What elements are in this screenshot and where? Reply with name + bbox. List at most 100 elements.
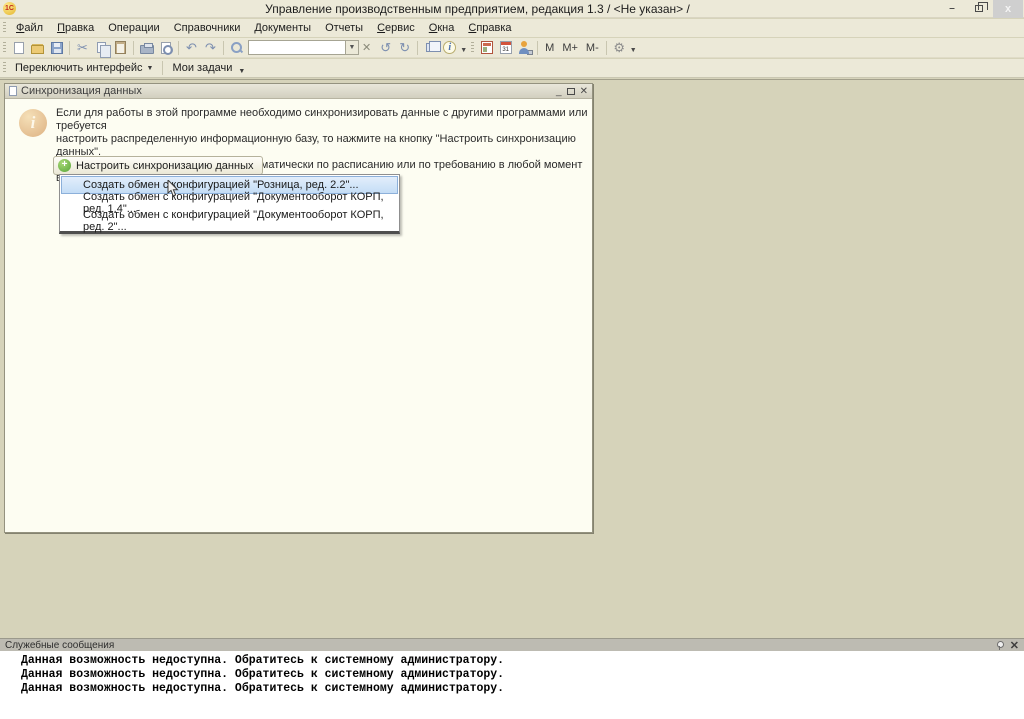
toolbar-grip	[471, 42, 474, 54]
menu-operations[interactable]: Операции	[101, 20, 166, 36]
sync-dialog-title: Синхронизация данных	[21, 85, 556, 97]
wrench-icon: ⚙	[613, 40, 625, 56]
dialog-maximize-button[interactable]	[567, 88, 575, 95]
restore-button[interactable]	[966, 1, 992, 16]
dialog-minimize-button[interactable]: _	[556, 86, 562, 97]
memory-mminus-button[interactable]: M-	[582, 42, 603, 54]
print-preview-button[interactable]	[156, 39, 175, 56]
copy-icon	[97, 42, 106, 53]
print-button[interactable]	[137, 39, 156, 56]
copy-button[interactable]	[92, 39, 111, 56]
separator	[417, 41, 418, 55]
print-preview-icon	[161, 42, 171, 54]
menu-file[interactable]: Файл	[9, 20, 50, 36]
toolbar-grip	[3, 62, 6, 74]
separator	[537, 41, 538, 55]
service-messages-title: Служебные сообщения	[5, 640, 997, 651]
info-button[interactable]: i	[440, 39, 459, 56]
redo-icon: ↷	[205, 41, 216, 54]
chevron-down-icon: ▼	[147, 65, 154, 72]
paste-button[interactable]	[111, 39, 130, 56]
separator	[69, 41, 70, 55]
clear-search-icon[interactable]: ✕	[359, 41, 374, 54]
cut-button[interactable]: ✂	[73, 39, 92, 56]
service-messages-panel: Служебные сообщения ✕ Данная возможность…	[0, 638, 1024, 719]
calculator-icon	[481, 41, 493, 54]
message-line[interactable]: Данная возможность недоступна. Обратитес…	[21, 654, 1024, 668]
paste-icon	[115, 41, 126, 54]
info-circle-icon: i	[19, 109, 47, 137]
separator	[178, 41, 179, 55]
message-line[interactable]: Данная возможность недоступна. Обратитес…	[21, 668, 1024, 682]
menu-catalogs[interactable]: Справочники	[167, 20, 248, 36]
sync-dialog-controls: _ ✕	[556, 86, 588, 97]
menu-help[interactable]: Справка	[461, 20, 518, 36]
menu-windows[interactable]: Окна	[422, 20, 462, 36]
messages-close-icon[interactable]: ✕	[1010, 639, 1019, 652]
dialog-close-button[interactable]: ✕	[580, 86, 588, 97]
app-window: 1С Управление производственным предприят…	[0, 0, 1024, 719]
user-permissions-button[interactable]	[515, 39, 534, 56]
plus-icon: +	[58, 159, 71, 172]
undo-button[interactable]: ↶	[182, 39, 201, 56]
menubar: Файл Правка Операции Справочники Докумен…	[0, 19, 1024, 37]
toolbar-overflow-icon[interactable]: ▼	[238, 68, 245, 75]
sync-dialog: Синхронизация данных _ ✕ i Если для рабо…	[4, 83, 593, 533]
search-input[interactable]	[248, 40, 346, 55]
nav-back-icon: ↺	[380, 41, 391, 54]
cut-icon: ✂	[77, 41, 88, 54]
sync-dropdown-menu: Создать обмен с конфигурацией "Розница, …	[59, 174, 400, 234]
switch-interface-label: Переключить интерфейс	[15, 62, 143, 74]
undo-icon: ↶	[186, 41, 197, 54]
menu-edit[interactable]: Правка	[50, 20, 101, 36]
combo-dropdown-icon[interactable]: ▼	[346, 40, 359, 55]
my-tasks-button[interactable]: Мои задачи	[166, 60, 238, 76]
open-button[interactable]	[28, 39, 47, 56]
memory-m-button[interactable]: M	[541, 42, 558, 54]
info-dropdown-icon[interactable]: ▼	[460, 47, 467, 54]
configure-sync-button[interactable]: + Настроить синхронизацию данных	[53, 156, 263, 175]
memory-mplus-button[interactable]: M+	[558, 42, 582, 54]
service-messages-header: Служебные сообщения ✕	[0, 638, 1024, 651]
switch-interface-button[interactable]: Переключить интерфейс ▼	[9, 60, 159, 76]
separator	[606, 41, 607, 55]
find-button[interactable]	[227, 39, 246, 56]
search-combobox: ▼ ✕	[248, 40, 374, 55]
service-messages-list: Данная возможность недоступна. Обратитес…	[0, 651, 1024, 696]
windows-button[interactable]	[421, 39, 440, 56]
open-folder-icon	[31, 45, 44, 54]
menu-documents[interactable]: Документы	[247, 20, 318, 36]
app-logo-icon: 1С	[3, 2, 16, 15]
message-line[interactable]: Данная возможность недоступна. Обратитес…	[21, 682, 1024, 696]
new-document-icon	[14, 42, 24, 54]
calendar-button[interactable]: 31	[496, 39, 515, 56]
new-document-button[interactable]	[9, 39, 28, 56]
toolbar-grip	[3, 22, 6, 34]
redo-button[interactable]: ↷	[201, 39, 220, 56]
sync-dialog-titlebar[interactable]: Синхронизация данных _ ✕	[5, 84, 592, 99]
service-settings-button[interactable]: ⚙	[610, 39, 629, 56]
pin-icon[interactable]	[997, 641, 1002, 650]
calculator-button[interactable]	[477, 39, 496, 56]
service-dropdown-icon[interactable]: ▼	[630, 47, 637, 54]
nav-back-button[interactable]: ↺	[376, 39, 395, 56]
menu-reports[interactable]: Отчеты	[318, 20, 370, 36]
calendar-icon: 31	[500, 41, 512, 54]
nav-forward-icon: ↻	[399, 41, 410, 54]
interface-toolbar: Переключить интерфейс ▼ Мои задачи ▼	[0, 59, 1024, 78]
save-icon	[51, 42, 63, 54]
minimize-button[interactable]: –	[939, 1, 965, 16]
nav-forward-button[interactable]: ↻	[395, 39, 414, 56]
menu-service[interactable]: Сервис	[370, 20, 422, 36]
user-lock-icon	[518, 41, 531, 54]
save-button[interactable]	[47, 39, 66, 56]
configure-sync-label: Настроить синхронизацию данных	[76, 160, 253, 172]
main-toolbar: ✂ ↶ ↷ ▼ ✕ ↺ ↻ i ▼ 31 M M+ M- ⚙ ▼	[0, 38, 1024, 58]
menu-item-dokumentooborot-2[interactable]: Создать обмен с конфигурацией "Документо…	[61, 212, 398, 230]
close-button[interactable]: x	[993, 0, 1023, 18]
sync-dialog-body: i Если для работы в этой программе необх…	[5, 99, 592, 533]
separator	[223, 41, 224, 55]
toolbar-grip	[3, 42, 6, 54]
windows-icon	[426, 43, 436, 52]
titlebar: 1С Управление производственным предприят…	[0, 0, 1024, 18]
